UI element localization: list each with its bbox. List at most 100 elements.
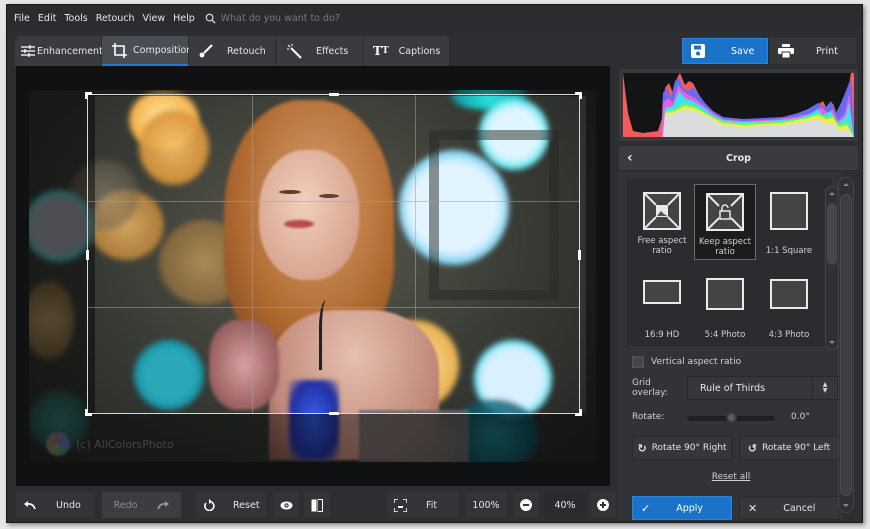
rotate-left-icon: ↺ bbox=[747, 441, 758, 455]
cancel-button[interactable]: ✕ Cancel bbox=[739, 496, 839, 520]
vertical-aspect-checkbox[interactable]: Vertical aspect ratio bbox=[632, 356, 741, 368]
scrollbar-thumb[interactable] bbox=[840, 194, 852, 496]
updown-arrows-icon: ▲ ▼ bbox=[812, 377, 837, 399]
tab-label: Captions bbox=[398, 45, 441, 57]
zoom-in-button[interactable] bbox=[590, 492, 616, 518]
crop-handle-bottom-right[interactable] bbox=[575, 409, 582, 416]
menu-edit[interactable]: Edit bbox=[38, 13, 56, 24]
crop-frame[interactable] bbox=[85, 92, 582, 416]
crop-handle-top-left[interactable] bbox=[85, 92, 92, 99]
image-canvas[interactable]: (c) AllColorsPhoto bbox=[16, 66, 610, 486]
checkmark-icon: ✓ bbox=[641, 501, 651, 515]
menu-tools[interactable]: Tools bbox=[64, 13, 87, 24]
checkbox[interactable] bbox=[632, 356, 644, 368]
print-button[interactable]: Print bbox=[770, 38, 856, 64]
tab-retouch[interactable]: Retouch bbox=[189, 36, 276, 66]
rotate-right-button[interactable]: ↻ Rotate 90° Right bbox=[632, 436, 732, 460]
crop-presets: Free aspect ratio Keep aspect ratio 1:1 … bbox=[627, 178, 839, 350]
grid-overlay-select[interactable]: Rule of Thirds ▲ ▼ bbox=[687, 376, 838, 400]
preview-button[interactable] bbox=[273, 492, 299, 518]
redo-label: Redo bbox=[113, 499, 138, 511]
zoom-out-button[interactable] bbox=[513, 492, 539, 518]
tab-label: Retouch bbox=[227, 45, 266, 57]
minus-circle-icon bbox=[520, 499, 532, 511]
menu-file[interactable]: File bbox=[14, 13, 30, 24]
watermark: (c) AllColorsPhoto bbox=[46, 432, 174, 456]
panel-scrollbar[interactable] bbox=[838, 177, 854, 513]
compare-icon bbox=[311, 498, 323, 512]
close-icon: ✕ bbox=[748, 501, 758, 515]
menu-help[interactable]: Help bbox=[173, 13, 195, 24]
back-chevron-icon[interactable]: ‹ bbox=[627, 150, 633, 166]
command-search bbox=[205, 12, 421, 24]
preset-label: Keep aspect ratio bbox=[699, 237, 751, 257]
reset-all-link[interactable]: Reset all bbox=[619, 472, 843, 482]
tab-label: Composition bbox=[133, 44, 193, 56]
scroll-down-arrow-icon[interactable] bbox=[843, 504, 849, 507]
zoom-100-button[interactable]: 100% bbox=[465, 492, 507, 518]
menu-view[interactable]: View bbox=[143, 13, 166, 24]
preset-label: Free aspect ratio bbox=[637, 236, 687, 256]
preset-label: 1:1 Square bbox=[765, 246, 813, 256]
eye-icon bbox=[280, 501, 292, 509]
crop-handle-top-right[interactable] bbox=[575, 92, 582, 99]
reset-button[interactable]: Reset bbox=[196, 492, 266, 518]
app-window: File Edit Tools Retouch View Help Enhanc… bbox=[6, 4, 863, 523]
menu-retouch[interactable]: Retouch bbox=[96, 13, 135, 24]
redo-icon bbox=[157, 500, 170, 509]
zoom-value: 40% bbox=[554, 499, 576, 511]
crop-panel: Free aspect ratio Keep aspect ratio 1:1 … bbox=[619, 172, 843, 520]
text-icon: TT bbox=[373, 44, 389, 58]
scroll-down-arrow-icon[interactable] bbox=[829, 341, 835, 344]
command-search-input[interactable] bbox=[220, 12, 421, 24]
tab-enhancement[interactable]: Enhancement bbox=[15, 36, 103, 66]
apply-button[interactable]: ✓ Apply bbox=[632, 496, 732, 520]
tab-label: Enhancement bbox=[37, 45, 103, 57]
grid-line bbox=[88, 200, 579, 202]
watermark-logo-icon bbox=[46, 432, 70, 456]
slider-knob[interactable] bbox=[726, 412, 737, 423]
preset-keep-aspect[interactable]: Keep aspect ratio bbox=[694, 184, 756, 260]
crop-handle-bottom[interactable] bbox=[329, 412, 339, 415]
tab-captions[interactable]: TT Captions bbox=[363, 36, 450, 66]
preset-5-4[interactable]: 5:4 Photo bbox=[694, 270, 756, 346]
photo-43-icon bbox=[770, 279, 808, 309]
fit-button[interactable]: Fit bbox=[387, 492, 459, 518]
rotate-value: 0.0° bbox=[791, 412, 810, 422]
presets-scrollbar[interactable] bbox=[825, 186, 839, 350]
hd-ratio-icon bbox=[643, 280, 681, 304]
grid-line bbox=[415, 95, 416, 413]
zoom-level-field[interactable]: 40% bbox=[544, 492, 586, 518]
tab-composition[interactable]: Composition bbox=[102, 36, 193, 66]
undo-icon bbox=[24, 500, 36, 509]
rotate-label: Rotate: bbox=[632, 412, 665, 422]
save-label: Save bbox=[731, 45, 755, 57]
photo-54-icon bbox=[706, 278, 744, 310]
crop-mask bbox=[586, 96, 596, 462]
preset-16-9[interactable]: 16:9 HD bbox=[631, 270, 693, 346]
scroll-up-arrow-icon[interactable] bbox=[843, 183, 849, 186]
redo-button[interactable]: Redo bbox=[102, 492, 181, 518]
grid-overlay-value: Rule of Thirds bbox=[700, 382, 766, 394]
crop-handle-bottom-left[interactable] bbox=[85, 409, 92, 416]
save-button[interactable]: Save bbox=[682, 38, 768, 64]
undo-button[interactable]: Undo bbox=[16, 492, 95, 518]
preset-free-aspect[interactable]: Free aspect ratio bbox=[631, 184, 693, 260]
preset-4-3[interactable]: 4:3 Photo bbox=[758, 270, 820, 346]
free-aspect-icon bbox=[643, 192, 681, 230]
scrollbar-thumb[interactable] bbox=[827, 203, 837, 265]
main-tabs: Enhancement Composition Retouch Effects … bbox=[15, 36, 450, 66]
crop-handle-top[interactable] bbox=[329, 93, 339, 96]
preset-square[interactable]: 1:1 Square bbox=[758, 184, 820, 260]
crop-handle-right[interactable] bbox=[578, 250, 581, 260]
preset-label: 4:3 Photo bbox=[768, 330, 810, 340]
compare-button[interactable] bbox=[304, 492, 330, 518]
rotate-left-button[interactable]: ↺ Rotate 90° Left bbox=[739, 436, 839, 460]
scroll-up-arrow-icon[interactable] bbox=[829, 192, 835, 195]
crop-handle-left[interactable] bbox=[86, 250, 89, 260]
rotate-slider[interactable] bbox=[687, 412, 775, 423]
tab-effects[interactable]: Effects bbox=[276, 36, 363, 66]
printer-icon bbox=[778, 44, 794, 58]
preset-label: 5:4 Photo bbox=[704, 330, 746, 340]
fit-label: Fit bbox=[426, 499, 438, 511]
